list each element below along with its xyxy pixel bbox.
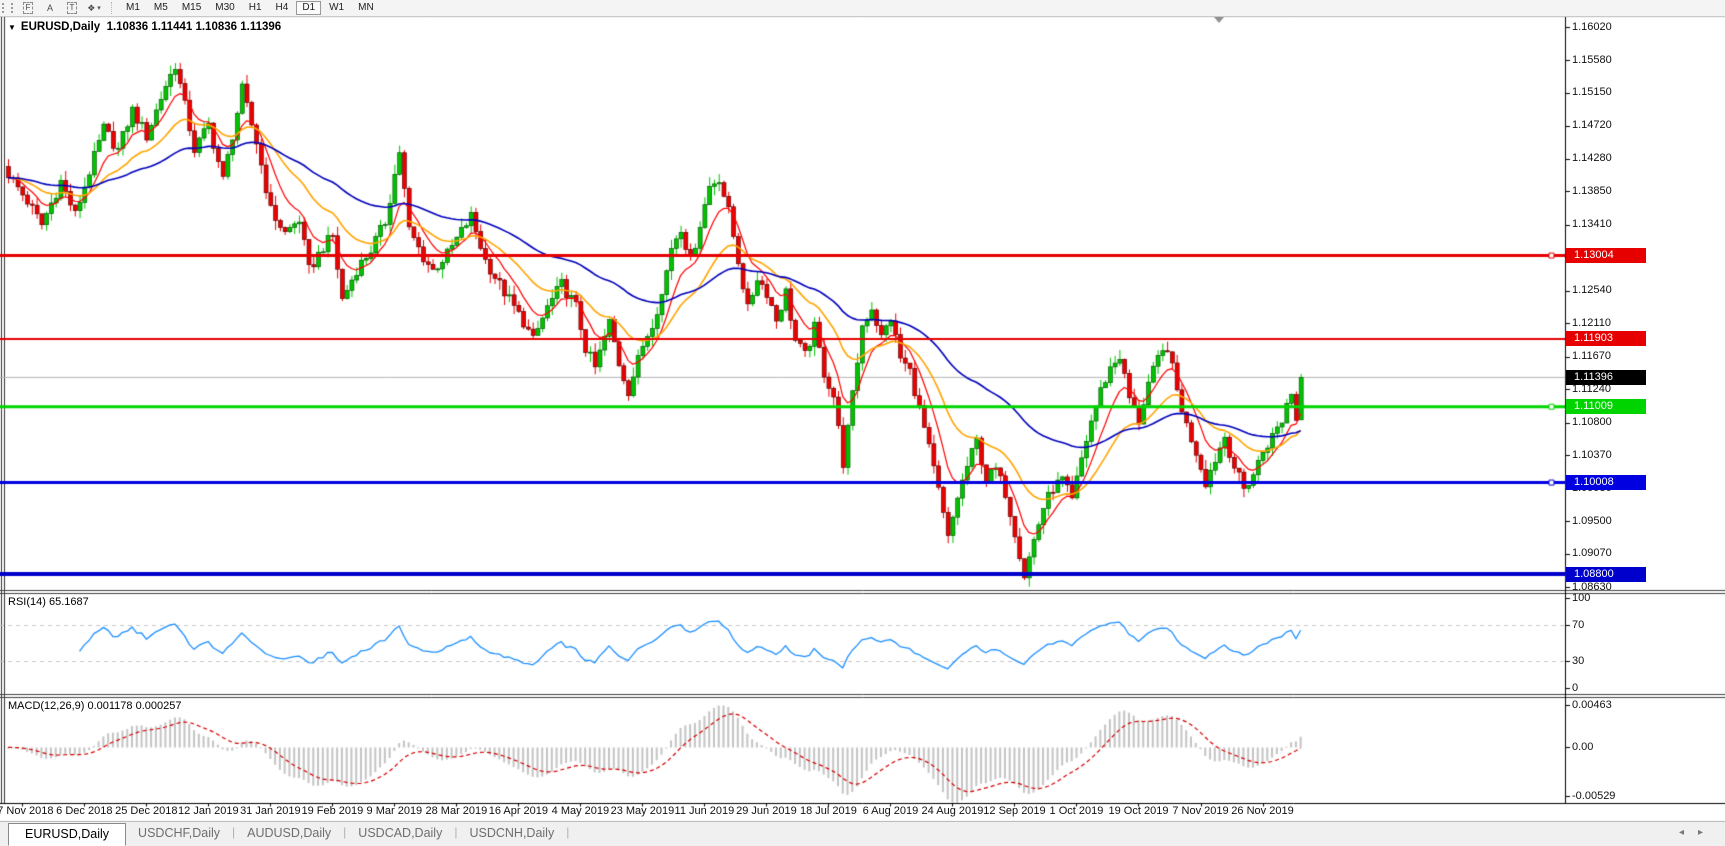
date-axis-label: 12 Jan 2019 — [178, 805, 239, 818]
macd-axis-tick: 0.00 — [1572, 741, 1593, 754]
rsi-axis-tick: 0 — [1572, 682, 1578, 695]
price-axis-tick: 1.13850 — [1572, 185, 1612, 198]
macd-axis-tick: 0.00463 — [1572, 699, 1612, 712]
symbol-tab-usdcnh[interactable]: USDCNH,Daily — [457, 823, 566, 844]
dropdown-arrow-icon[interactable]: ▾ — [97, 4, 101, 12]
price-level-badge: 1.11903 — [1566, 331, 1646, 346]
price-axis-tick: 1.15150 — [1572, 86, 1612, 99]
symbol-tab-bar: EURUSD,DailyUSDCHF,Daily|AUDUSD,Daily|US… — [0, 821, 1725, 846]
price-level-badge: 1.10008 — [1566, 475, 1646, 490]
timeframe-button-w1[interactable]: W1 — [323, 1, 350, 15]
chart-title: ▼ EURUSD,Daily 1.10836 1.11441 1.10836 1.… — [8, 21, 281, 33]
date-axis-label: 24 Aug 2019 — [922, 805, 984, 818]
tab-scroll-left-icon[interactable]: ◂ — [1679, 827, 1698, 838]
tab-divider: | — [566, 822, 569, 842]
timeframe-button-m30[interactable]: M30 — [209, 1, 240, 15]
symbol-tab-audusd[interactable]: AUDUSD,Daily — [235, 823, 343, 844]
date-axis-label: 31 Jan 2019 — [240, 805, 301, 818]
rsi-axis-tick: 70 — [1572, 619, 1584, 632]
date-axis-label: 6 Dec 2018 — [56, 805, 112, 818]
price-axis-tick: 1.09500 — [1572, 515, 1612, 528]
date-axis-label: 4 May 2019 — [552, 805, 609, 818]
price-axis-tick: 1.15580 — [1572, 54, 1612, 67]
chart-dropdown-icon[interactable]: ▼ — [8, 23, 16, 32]
application-window: FAT ❖▾ M1M5M15M30H1H4D1W1MN ▼ EURUSD,Daily… — [0, 0, 1725, 846]
price-level-badge: 1.13004 — [1566, 248, 1646, 263]
date-axis-label: 7 Nov 2019 — [1172, 805, 1228, 818]
tab-scroll-arrows: ◂▸ — [1679, 827, 1717, 838]
fibonacci-tool[interactable]: F — [20, 1, 36, 15]
timeframe-buttons-group: M1M5M15M30H1H4D1W1MN — [119, 1, 381, 15]
timeframe-button-m15[interactable]: M15 — [176, 1, 207, 15]
price-axis-tick: 1.10800 — [1572, 416, 1612, 429]
price-level-badge: 1.08800 — [1566, 567, 1646, 582]
rsi-indicator-label: RSI(14) 65.1687 — [8, 596, 89, 608]
date-axis-label: 19 Feb 2019 — [301, 805, 363, 818]
price-axis-tick: 1.11670 — [1572, 350, 1611, 363]
tab-scroll-right-icon[interactable]: ▸ — [1698, 827, 1717, 838]
date-axis-label: 18 Jul 2019 — [800, 805, 857, 818]
date-axis-label: 16 Apr 2019 — [489, 805, 548, 818]
date-axis-label: 28 Mar 2019 — [425, 805, 487, 818]
timeframe-button-m5[interactable]: M5 — [148, 1, 174, 15]
date-axis-label: 23 May 2019 — [611, 805, 675, 818]
price-axis-tick: 1.13410 — [1572, 218, 1612, 231]
date-axis-label: 1 Oct 2019 — [1050, 805, 1104, 818]
price-axis-tick: 1.14720 — [1572, 119, 1612, 132]
label-tool[interactable]: T — [64, 1, 80, 15]
rsi-axis-tick: 100 — [1572, 592, 1590, 605]
date-axis-label: 19 Oct 2019 — [1109, 805, 1169, 818]
macd-indicator-label: MACD(12,26,9) 0.001178 0.000257 — [8, 700, 181, 712]
date-axis-label: 26 Nov 2019 — [1231, 805, 1293, 818]
rsi-axis-tick: 30 — [1572, 655, 1584, 668]
arrows-tool[interactable]: ❖▾ — [86, 1, 102, 15]
date-axis-label: 6 Aug 2019 — [863, 805, 919, 818]
chart-canvas[interactable] — [0, 0, 1725, 846]
price-axis-tick: 1.12110 — [1572, 317, 1611, 330]
text-tool[interactable]: A — [42, 1, 58, 15]
symbol-tabs-group: EURUSD,DailyUSDCHF,Daily|AUDUSD,Daily|US… — [0, 822, 569, 846]
date-axis-label: 29 Jun 2019 — [736, 805, 797, 818]
timeframe-button-d1[interactable]: D1 — [296, 1, 321, 15]
chart-symbol-label: EURUSD,Daily — [21, 21, 100, 33]
symbol-tab-usdcad[interactable]: USDCAD,Daily — [346, 823, 454, 844]
symbol-tab-usdchf[interactable]: USDCHF,Daily — [126, 823, 232, 844]
price-axis-tick: 1.12540 — [1572, 284, 1612, 297]
timeframe-button-m1[interactable]: M1 — [120, 1, 146, 15]
chart-ohlc-values: 1.10836 1.11441 1.10836 1.11396 — [107, 21, 282, 33]
timeframe-button-h1[interactable]: H1 — [243, 1, 268, 15]
date-axis-label: 25 Dec 2018 — [115, 805, 177, 818]
price-level-badge: 1.11009 — [1566, 399, 1646, 414]
drawing-tools-group: FAT ❖▾ — [17, 1, 105, 15]
price-axis-tick: 1.14280 — [1572, 152, 1612, 165]
top-toolbar: FAT ❖▾ M1M5M15M30H1H4D1W1MN — [0, 0, 1725, 17]
symbol-tab-eurusd[interactable]: EURUSD,Daily — [8, 823, 126, 846]
date-axis-label: 12 Sep 2019 — [983, 805, 1045, 818]
price-axis-tick: 1.10370 — [1572, 449, 1612, 462]
date-axis-label: 17 Nov 2018 — [0, 805, 53, 818]
toolbar-separator — [111, 2, 113, 14]
date-axis-label: 9 Mar 2019 — [367, 805, 423, 818]
toolbar-drag-handle[interactable] — [2, 3, 13, 13]
timeframe-button-h4[interactable]: H4 — [270, 1, 295, 15]
price-axis-tick: 1.09070 — [1572, 547, 1612, 560]
timeframe-button-mn[interactable]: MN — [352, 1, 380, 15]
macd-axis-tick: -0.00529 — [1572, 790, 1615, 803]
price-axis-tick: 1.16020 — [1572, 21, 1612, 34]
date-axis-label: 11 Jun 2019 — [675, 805, 735, 818]
current-price-badge: 1.11396 — [1566, 370, 1646, 385]
